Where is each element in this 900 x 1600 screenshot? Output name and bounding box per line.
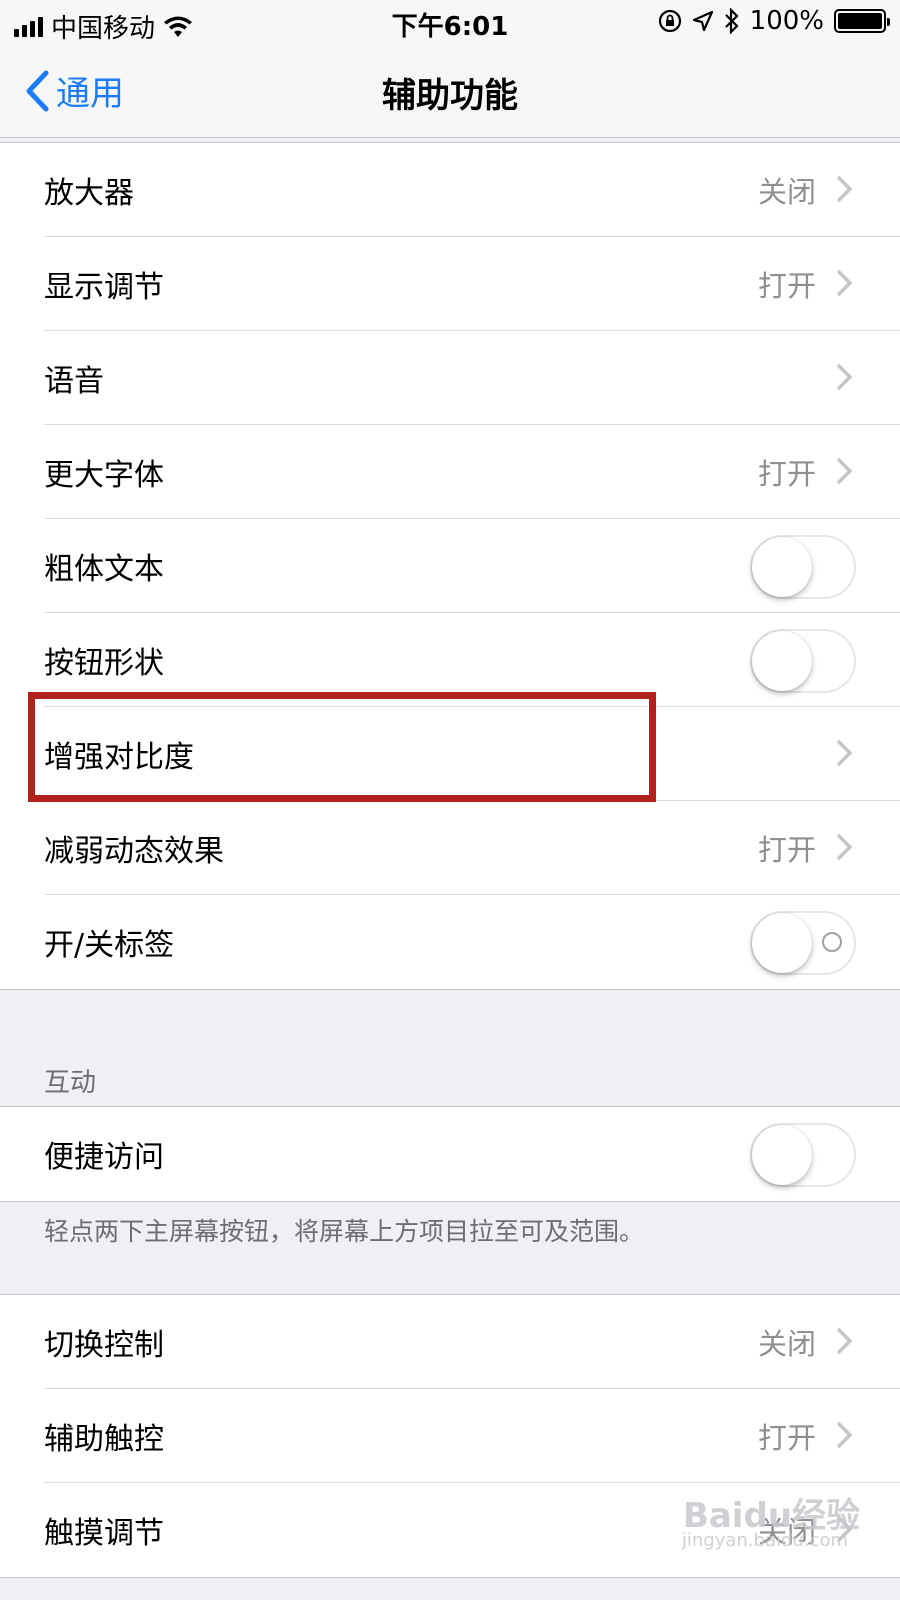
battery-percent: 100% bbox=[749, 6, 824, 36]
row-value: 关闭 bbox=[757, 1327, 816, 1361]
settings-row-increase-contrast[interactable]: 增强对比度 bbox=[0, 707, 900, 801]
row-label: 放大器 bbox=[44, 176, 134, 211]
navigation-bar: 通用 辅助功能 bbox=[0, 44, 900, 138]
chevron-right-icon bbox=[837, 1328, 852, 1354]
row-label: 便捷访问 bbox=[44, 1140, 164, 1175]
row-label: 显示调节 bbox=[44, 270, 164, 305]
row-label: 增强对比度 bbox=[44, 740, 194, 775]
settings-row-button-shapes: 按钮形状 bbox=[0, 613, 900, 707]
status-right: 100% bbox=[658, 6, 890, 36]
row-label: 触摸调节 bbox=[44, 1516, 164, 1551]
settings-row-reduce-motion[interactable]: 减弱动态效果 打开 bbox=[0, 801, 900, 895]
chevron-right-icon bbox=[837, 176, 852, 202]
row-label: 粗体文本 bbox=[44, 552, 164, 587]
chevron-right-icon bbox=[837, 270, 852, 296]
switch-knob bbox=[752, 631, 812, 691]
page-title: 辅助功能 bbox=[382, 76, 518, 116]
location-icon bbox=[692, 10, 713, 32]
orientation-lock-icon bbox=[658, 9, 681, 33]
row-label: 减弱动态效果 bbox=[44, 834, 224, 869]
vision-settings-group: 放大器 关闭 显示调节 打开 语音 更大字体 打开 粗体文本 按钮形状 增强对比… bbox=[0, 142, 900, 990]
chevron-right-icon bbox=[837, 740, 852, 766]
switch-knob bbox=[752, 913, 812, 973]
settings-row-bold-text: 粗体文本 bbox=[0, 519, 900, 613]
bold-text-switch[interactable] bbox=[750, 535, 856, 599]
row-value: 打开 bbox=[757, 269, 816, 303]
settings-row-assistive-touch[interactable]: 辅助触控 打开 bbox=[0, 1389, 900, 1483]
row-label: 切换控制 bbox=[44, 1328, 164, 1363]
row-label: 更大字体 bbox=[44, 458, 164, 493]
chevron-right-icon bbox=[837, 364, 852, 390]
row-label: 开/关标签 bbox=[44, 928, 175, 963]
bluetooth-icon bbox=[724, 8, 739, 34]
switch-knob bbox=[752, 537, 812, 597]
interaction-settings-group: 便捷访问 bbox=[0, 1106, 900, 1202]
watermark-url: jingyan.baidu.com bbox=[681, 1530, 848, 1551]
settings-row-switch-control[interactable]: 切换控制 关闭 bbox=[0, 1295, 900, 1389]
row-value: 打开 bbox=[757, 1421, 816, 1455]
row-value: 打开 bbox=[757, 833, 816, 867]
status-bar: 中国移动 下午6:01 100% bbox=[0, 0, 900, 44]
reachability-description: 轻点两下主屏幕按钮，将屏幕上方项目拉至可及范围。 bbox=[44, 1217, 645, 1246]
settings-row-magnifier[interactable]: 放大器 关闭 bbox=[0, 143, 900, 237]
settings-row-larger-text[interactable]: 更大字体 打开 bbox=[0, 425, 900, 519]
switch-knob bbox=[752, 1125, 812, 1185]
row-label: 语音 bbox=[44, 364, 104, 399]
row-value: 打开 bbox=[757, 457, 816, 491]
row-value: 关闭 bbox=[757, 175, 816, 209]
settings-row-speech[interactable]: 语音 bbox=[0, 331, 900, 425]
chevron-right-icon bbox=[837, 1422, 852, 1448]
reachability-switch[interactable] bbox=[750, 1123, 856, 1187]
chevron-right-icon bbox=[837, 834, 852, 860]
settings-row-display-accommodations[interactable]: 显示调节 打开 bbox=[0, 237, 900, 331]
settings-row-reachability: 便捷访问 bbox=[0, 1107, 900, 1201]
settings-row-on-off-labels: 开/关标签 bbox=[0, 895, 900, 989]
chevron-right-icon bbox=[837, 458, 852, 484]
row-label: 辅助触控 bbox=[44, 1422, 164, 1457]
battery-icon bbox=[834, 9, 890, 33]
section-header-interaction: 互动 bbox=[44, 1068, 97, 1098]
row-label: 按钮形状 bbox=[44, 646, 164, 681]
button-shapes-switch[interactable] bbox=[750, 629, 856, 693]
switch-off-indicator-icon bbox=[822, 932, 842, 952]
on-off-labels-switch[interactable] bbox=[750, 911, 856, 975]
